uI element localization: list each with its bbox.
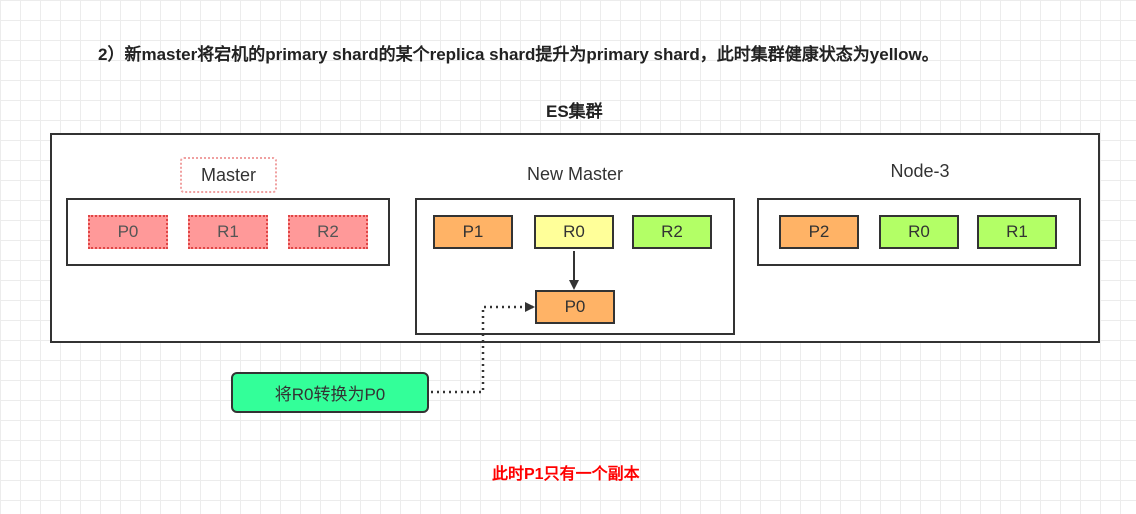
action-dotted-connector — [431, 302, 535, 394]
action-note: 将R0转换为P0 — [231, 372, 429, 413]
footer-note: 此时P1只有一个副本 — [492, 466, 640, 483]
connectors — [431, 251, 579, 394]
